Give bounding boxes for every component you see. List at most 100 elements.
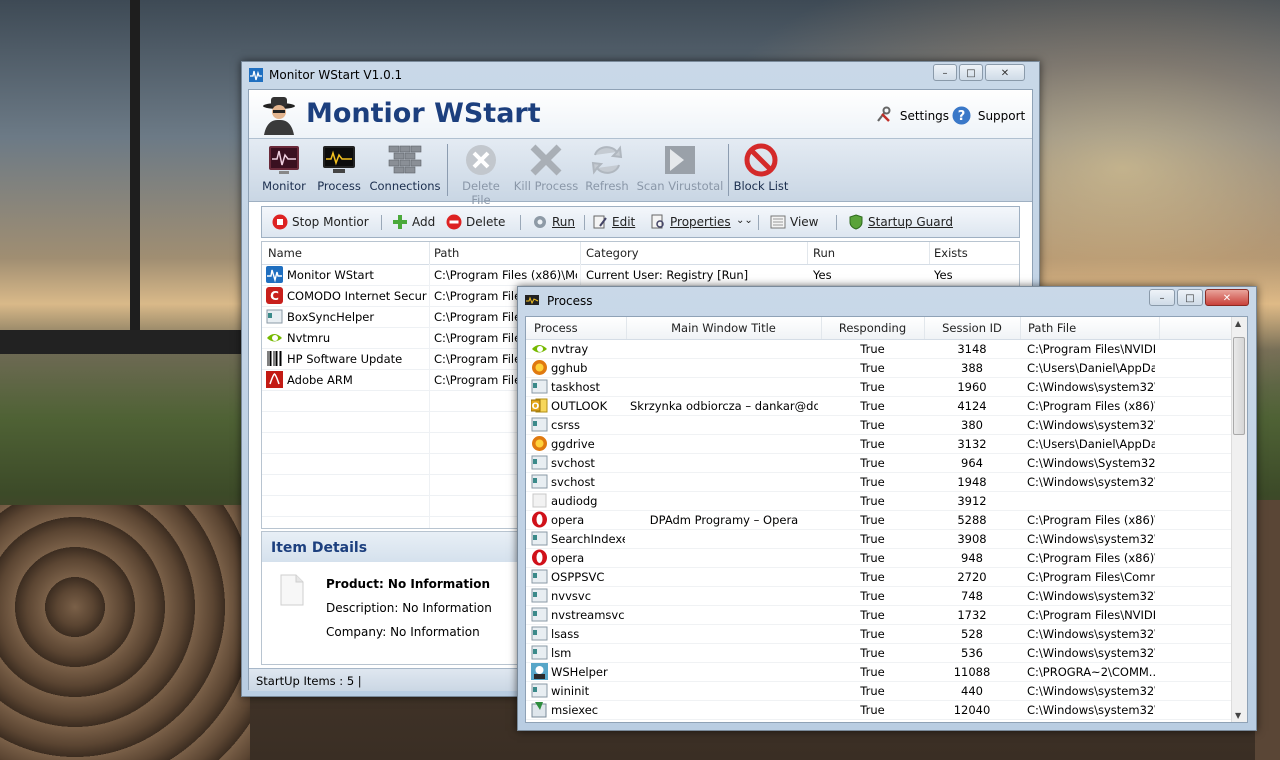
- ribbon-label: Block List: [733, 179, 789, 193]
- ribbon-refresh-button[interactable]: Refresh: [582, 141, 632, 199]
- kill-process-icon: [530, 144, 562, 176]
- col-exists-header[interactable]: Exists: [934, 246, 968, 260]
- process-row[interactable]: lsass True 528 C:\Windows\system32\...: [526, 624, 1234, 644]
- msiexec-icon: [531, 702, 547, 718]
- cell-name: Nvtmru: [287, 331, 331, 345]
- ribbon-monitor-button[interactable]: Monitor: [257, 141, 311, 199]
- cell-session-id: 748: [961, 589, 983, 603]
- rocks-right: [1255, 500, 1280, 760]
- comodo-icon: C: [266, 287, 283, 304]
- process-row[interactable]: taskhost True 1960 C:\Windows\system32\t...: [526, 377, 1234, 397]
- process-row[interactable]: opera True 948 C:\Program Files (x86)\...: [526, 548, 1234, 568]
- table-row[interactable]: Monitor WStart C:\Program Files (x86)\Mon…: [262, 264, 1019, 286]
- maximize-button[interactable]: □: [1177, 289, 1203, 306]
- ribbon-connections-button[interactable]: Connections: [367, 141, 443, 199]
- blank-app-icon: [532, 493, 547, 508]
- column-divider: [580, 242, 581, 264]
- col-name-header[interactable]: Name: [268, 246, 302, 260]
- scroll-down-arrow-icon[interactable]: ▼: [1235, 711, 1241, 720]
- process-row[interactable]: msiexec True 12040 C:\Windows\system32\...: [526, 700, 1234, 720]
- app-generic-icon: [531, 683, 548, 698]
- process-row[interactable]: nvvsvc True 748 C:\Windows\system32\...: [526, 586, 1234, 606]
- cell-name: Monitor WStart: [287, 268, 374, 282]
- scroll-up-arrow-icon[interactable]: ▲: [1235, 319, 1241, 328]
- process-row[interactable]: svchost True 1948 C:\Windows\system32\...: [526, 472, 1234, 492]
- maximize-button[interactable]: □: [959, 64, 983, 81]
- process-row[interactable]: lsm True 536 C:\Windows\system32\...: [526, 643, 1234, 663]
- process-row[interactable]: SearchIndexer True 3908 C:\Windows\system32…: [526, 529, 1234, 549]
- cell-session-id: 3148: [957, 342, 987, 356]
- cell-responding: True: [860, 551, 885, 565]
- process-row[interactable]: svchost True 964 C:\Windows\System32\...: [526, 453, 1234, 473]
- cell-process: WSHelper: [551, 665, 608, 679]
- svg-text:?: ?: [958, 109, 966, 124]
- cell-session-id: 12040: [953, 703, 991, 717]
- process-row[interactable]: WSHelper True 11088 C:\PROGRA~2\COMM...: [526, 662, 1234, 682]
- col-session-id-header[interactable]: Session ID: [924, 321, 1020, 335]
- cell-run: Yes: [813, 268, 832, 282]
- cell-responding: True: [860, 665, 885, 679]
- cell-process: audiodg: [551, 494, 598, 508]
- minimize-button[interactable]: –: [933, 64, 957, 81]
- col-category-header[interactable]: Category: [586, 246, 639, 260]
- view-button[interactable]: View: [770, 214, 818, 230]
- ribbon-delete-file-button[interactable]: Delete File: [451, 141, 511, 207]
- ribbon-block-list-button[interactable]: Block List: [733, 141, 789, 199]
- cell-path-file: C:\Users\Daniel\AppDa...: [1027, 361, 1155, 375]
- minimize-button[interactable]: –: [1149, 289, 1175, 306]
- cell-process: nvvsvc: [551, 589, 592, 603]
- process-titlebar[interactable]: Process – □ ✕: [518, 287, 1256, 313]
- edit-button[interactable]: Edit: [592, 214, 635, 230]
- startup-guard-button[interactable]: Startup Guard: [848, 214, 953, 230]
- cell-session-id: 3132: [957, 437, 987, 451]
- toolbar-separator: [758, 215, 759, 230]
- ribbon-process-button[interactable]: Process: [314, 141, 364, 199]
- app-generic-icon: [531, 455, 548, 470]
- delete-icon: [446, 214, 462, 230]
- cell-session-id: 440: [961, 684, 983, 698]
- process-row[interactable]: nvstreamsvc True 1732 C:\Program Files\NVID…: [526, 605, 1234, 625]
- close-button[interactable]: ✕: [985, 64, 1025, 81]
- plus-icon: [393, 215, 407, 229]
- run-button[interactable]: Run: [532, 214, 575, 230]
- col-run-header[interactable]: Run: [813, 246, 835, 260]
- process-row[interactable]: wininit True 440 C:\Windows\system32\...: [526, 681, 1234, 701]
- process-row[interactable]: csrss True 380 C:\Windows\system32\...: [526, 415, 1234, 435]
- delete-button[interactable]: Delete: [446, 214, 505, 230]
- process-row[interactable]: audiodg True 3912: [526, 491, 1234, 511]
- ribbon-kill-process-button[interactable]: Kill Process: [513, 141, 579, 199]
- ribbon-scan-virustotal-button[interactable]: Scan Virustotal: [635, 141, 725, 199]
- shield-icon: [849, 214, 863, 230]
- stop-monitor-button[interactable]: Stop Montior: [272, 214, 369, 230]
- column-divider: [807, 242, 808, 264]
- cell-path-file: C:\Windows\system32\...: [1027, 627, 1155, 641]
- opera-icon: [532, 549, 547, 566]
- properties-dropdown-chevron-icon[interactable]: ⌄⌄: [736, 215, 753, 226]
- settings-link[interactable]: Settings: [875, 106, 949, 124]
- cell-process: msiexec: [551, 703, 599, 717]
- ribbon-label: Delete File: [462, 179, 500, 207]
- process-row[interactable]: gghub True 388 C:\Users\Daniel\AppDa...: [526, 358, 1234, 378]
- process-row[interactable]: nvtray True 3148 C:\Program Files\NVIDI...: [526, 339, 1234, 359]
- process-row[interactable]: O OUTLOOK Skrzynka odbiorcza – dankar@dobr…: [526, 396, 1234, 416]
- column-divider: [1020, 317, 1021, 339]
- cell-session-id: 388: [961, 361, 983, 375]
- cell-path-file: C:\Program Files\NVIDI...: [1027, 342, 1155, 356]
- process-row[interactable]: opera DPAdm Programy – Opera True 5288 C:\Pr…: [526, 510, 1234, 530]
- main-titlebar[interactable]: Monitor WStart V1.0.1 – □ ✕: [242, 62, 1039, 88]
- col-path-header[interactable]: Path: [434, 246, 459, 260]
- col-path-file-header[interactable]: Path File: [1028, 321, 1076, 335]
- close-button[interactable]: ✕: [1205, 289, 1249, 306]
- scrollbar-thumb[interactable]: [1233, 337, 1245, 435]
- process-row[interactable]: OSPPSVC True 2720 C:\Program Files\Comm...: [526, 567, 1234, 587]
- gear-icon: [534, 216, 546, 228]
- col-process-header[interactable]: Process: [534, 321, 578, 335]
- add-button[interactable]: Add: [392, 214, 435, 230]
- col-responding-header[interactable]: Responding: [821, 321, 924, 335]
- properties-button[interactable]: Properties: [650, 214, 731, 230]
- vertical-scrollbar[interactable]: ▲ ▼: [1231, 317, 1247, 722]
- cell-process: svchost: [551, 475, 595, 489]
- process-row[interactable]: ggdrive True 3132 C:\Users\Daniel\AppDa...: [526, 434, 1234, 454]
- col-main-window-title-header[interactable]: Main Window Title: [626, 321, 821, 335]
- support-link[interactable]: ? Support: [952, 106, 1025, 125]
